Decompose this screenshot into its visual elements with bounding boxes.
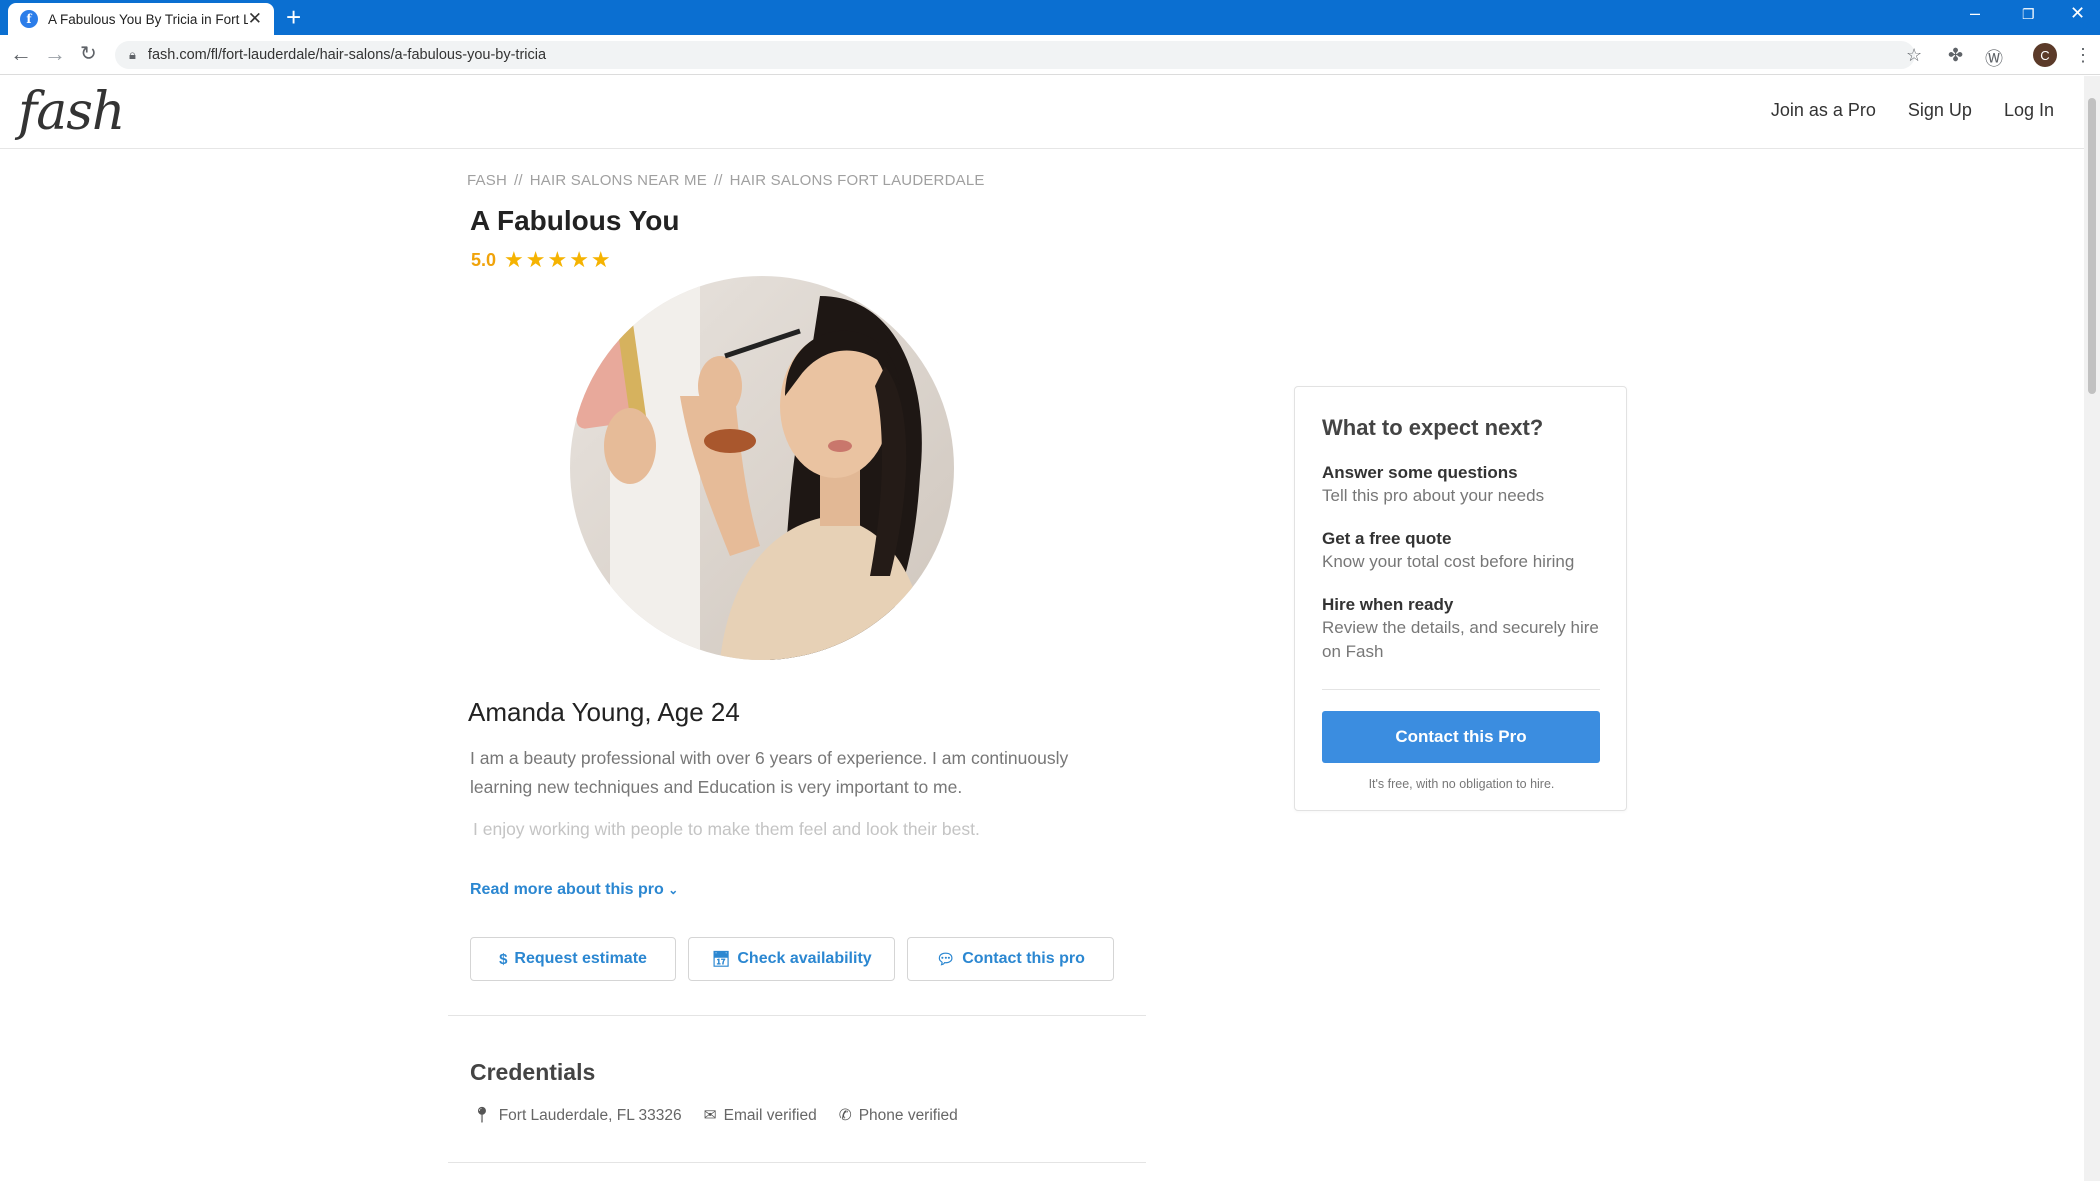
what-to-expect-card: What to expect next? Answer some questio… [1294,386,1627,811]
step-description: Know your total cost before hiring [1322,552,1575,571]
pro-bio-paragraph: I am a beauty professional with over 6 y… [470,748,1069,797]
profile-avatar[interactable]: C [2033,43,2057,67]
window-close-icon[interactable]: ✕ [2070,3,2085,24]
dollar-icon: $ [499,950,508,968]
rating-value: 5.0 [471,249,497,270]
site-header: fash Join as a Pro Sign Up Log In [0,76,2084,149]
request-estimate-button[interactable]: $ Request estimate [470,937,676,981]
site-favicon-icon: f [20,10,38,28]
section-divider-bottom [448,1162,1146,1163]
join-as-pro-link[interactable]: Join as a Pro [1771,100,1876,121]
location-text: Fort Lauderdale, FL 33326 [498,1107,682,1124]
card-title: What to expect next? [1322,415,1544,440]
pro-name: Amanda Young, Age 24 [468,697,740,727]
step-answer-questions: Answer some questions Tell this pro abou… [1322,463,1612,508]
new-tab-button[interactable]: + [286,2,301,32]
close-tab-icon[interactable]: ✕ [248,9,262,29]
header-nav: Join as a Pro Sign Up Log In [1771,100,2054,121]
bookmark-star-icon[interactable]: ☆ [1906,45,1922,66]
address-bar[interactable]: 🔒︎ fash.com/fl/fort-lauderdale/hair-salo… [115,41,1915,69]
step-heading: Answer some questions [1322,463,1518,482]
pro-profile-photo [570,276,954,660]
email-verified-text: Email verified [723,1107,817,1124]
star-rating-icons: ★★★★★ [504,247,613,272]
request-estimate-label: Request estimate [514,950,647,967]
step-heading: Hire when ready [1322,595,1454,614]
extension-icon[interactable]: ✤ [1948,45,1963,66]
breadcrumb-hair-salons-near-me[interactable]: HAIR SALONS NEAR ME [530,172,707,189]
credentials-title: Credentials [470,1059,596,1085]
reload-icon[interactable]: ↻ [80,41,97,66]
no-obligation-note: It's free, with no obligation to hire. [1368,777,1555,791]
read-more-label: Read more about this pro [470,881,664,898]
breadcrumb-hair-salons-fort-lauderdale[interactable]: HAIR SALONS FORT LAUDERDALE [730,172,985,189]
forward-arrow-icon[interactable]: → [44,41,66,67]
step-hire-when-ready: Hire when ready Review the details, and … [1322,595,1607,664]
minimize-icon[interactable]: – [1970,3,1980,24]
step-description: Review the details, and securely hire on… [1322,618,1599,661]
browser-tab[interactable]: f A Fabulous You By Tricia in Fort L ✕ [8,3,274,35]
check-availability-button[interactable]: 📅︎ Check availability [688,937,895,981]
breadcrumb: FASH//HAIR SALONS NEAR ME//HAIR SALONS F… [467,172,985,189]
wordpress-extension-icon[interactable]: Ⓦ [1985,45,2003,71]
chevron-down-icon: ⌄ [668,883,679,897]
chat-bubble-icon: 💬︎ [936,951,956,968]
breadcrumb-fash[interactable]: FASH [467,172,507,189]
read-more-link[interactable]: Read more about this pro ⌄ [470,881,678,899]
contact-this-pro-button[interactable]: 💬︎ Contact this pro [907,937,1114,981]
sign-up-link[interactable]: Sign Up [1908,100,1972,121]
step-heading: Get a free quote [1322,529,1452,548]
url-text: fash.com/fl/fort-lauderdale/hair-salons/… [147,47,547,63]
contact-this-pro-label: Contact this pro [962,950,1085,967]
phone-verified-text: Phone verified [858,1107,958,1124]
phone-icon: ✆ [838,1107,852,1124]
page-scrollbar[interactable] [2084,76,2100,1181]
credential-location: 📍︎ Fort Lauderdale, FL 33326 [472,1106,682,1125]
credential-phone: ✆ Phone verified [839,1106,958,1125]
credential-email: ✉ Email verified [704,1106,817,1125]
map-pin-icon: 📍︎ [472,1107,492,1124]
lock-icon: 🔒︎ [129,47,136,62]
business-title: A Fabulous You [470,205,680,236]
browser-tab-bar: f A Fabulous You By Tricia in Fort L ✕ +… [0,0,2100,35]
restore-icon[interactable]: ❐ [2022,6,2035,23]
section-divider [448,1015,1146,1016]
pro-bio-faded: I enjoy working with people to make them… [473,819,980,839]
credentials-list: 📍︎ Fort Lauderdale, FL 33326 ✉ Email verif… [472,1106,958,1125]
calendar-icon: 📅︎ [711,951,731,968]
log-in-link[interactable]: Log In [2004,100,2054,121]
back-arrow-icon[interactable]: ← [10,41,32,67]
step-free-quote: Get a free quote Know your total cost be… [1322,529,1612,574]
contact-pro-primary-button[interactable]: Contact this Pro [1322,711,1600,763]
card-divider [1322,689,1600,690]
menu-kebab-icon[interactable]: ⋮ [2074,45,2092,66]
step-description: Tell this pro about your needs [1322,486,1545,505]
scrollbar-thumb[interactable] [2088,98,2096,394]
rating: 5.0 ★★★★★ [471,247,613,273]
check-availability-label: Check availability [737,950,872,967]
browser-toolbar: ← → ↻ 🔒︎ fash.com/fl/fort-lauderdale/hai… [0,35,2100,75]
tab-title: A Fabulous You By Tricia in Fort L [47,11,248,27]
fash-logo[interactable]: fash [18,82,125,142]
envelope-icon: ✉ [703,1107,717,1124]
